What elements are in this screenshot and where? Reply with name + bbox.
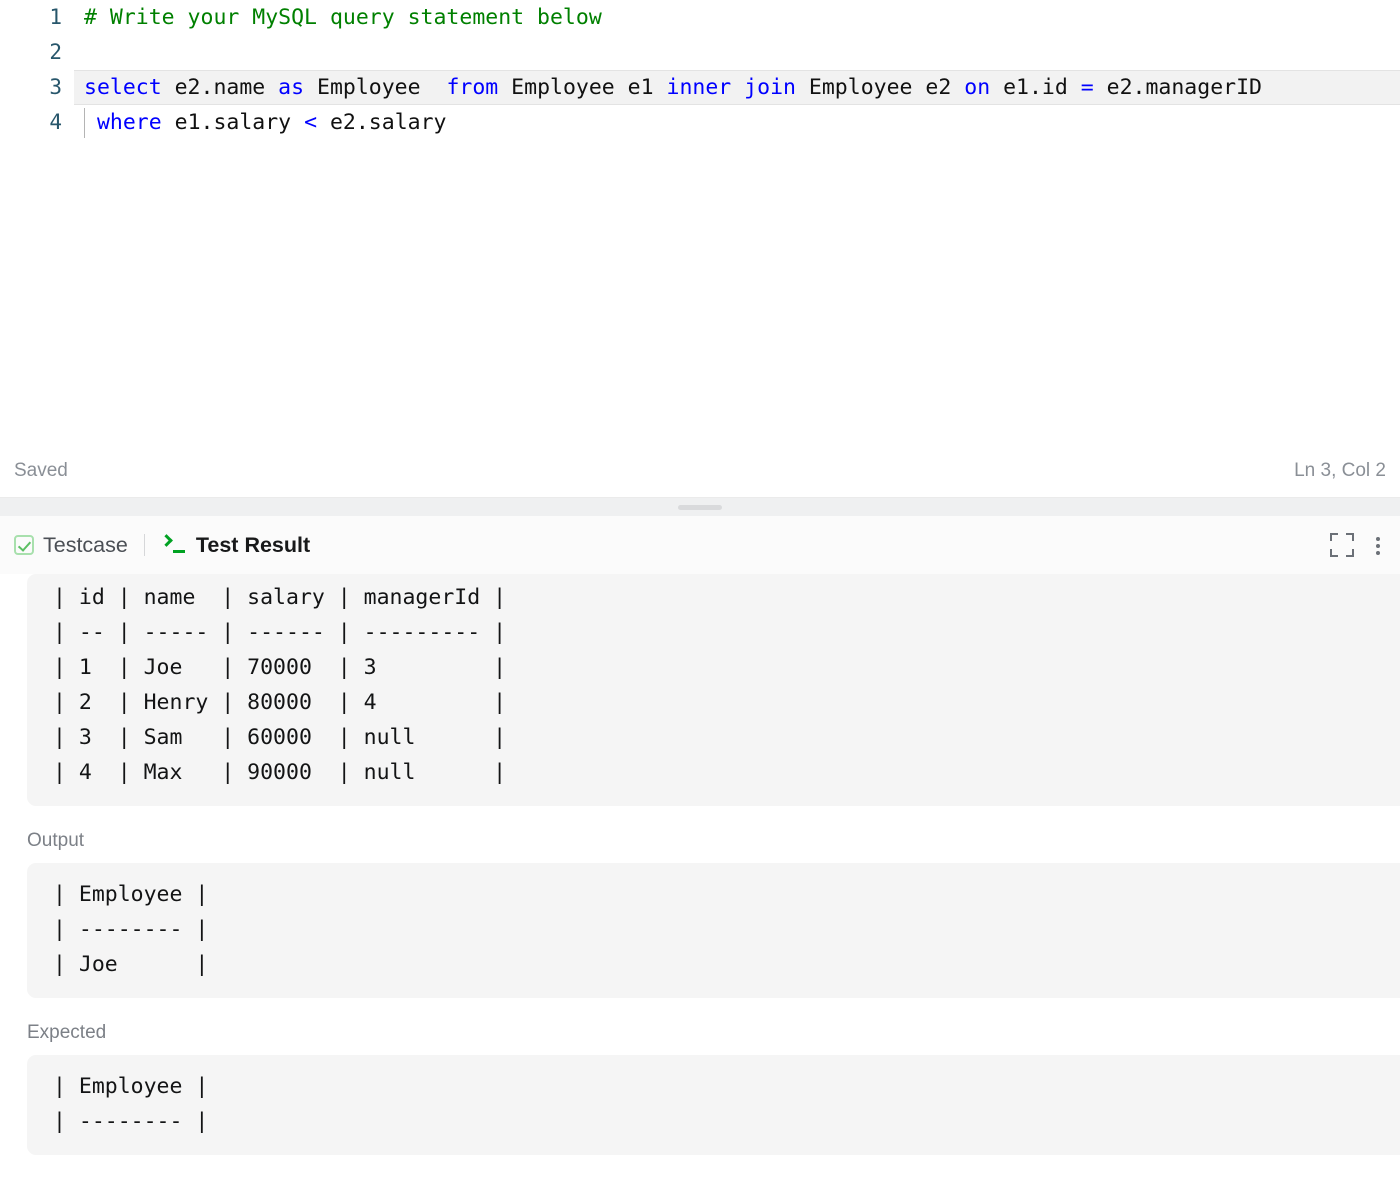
code-line[interactable]: 1 # Write your MySQL query statement bel… xyxy=(0,0,1400,35)
code-token: Employee e2 xyxy=(795,75,965,100)
result-panel-header: Testcase Test Result xyxy=(0,516,1400,574)
output-table: | Employee | | -------- | | Joe | xyxy=(27,863,1400,998)
expected-section-label: Expected xyxy=(27,1022,107,1043)
line-number: 3 xyxy=(49,75,62,99)
result-tab-group: Testcase Test Result xyxy=(14,533,324,558)
code-editor-pane: 1 # Write your MySQL query statement bel… xyxy=(0,0,1400,497)
code-token: inner join xyxy=(666,75,796,100)
result-header-actions xyxy=(1330,533,1382,557)
code-editor[interactable]: 1 # Write your MySQL query statement bel… xyxy=(0,0,1400,444)
code-token: e1.id xyxy=(990,75,1081,100)
output-section-label: Output xyxy=(27,830,85,851)
line-number: 4 xyxy=(49,110,62,134)
code-token: on xyxy=(964,75,991,100)
code-line[interactable]: 2 xyxy=(0,35,1400,70)
terminal-icon xyxy=(159,534,187,556)
code-line[interactable]: 3 select e2.name as Employee from Employ… xyxy=(0,70,1400,105)
code-token: = xyxy=(1080,75,1094,100)
cursor-position-label: Ln 3, Col 2 xyxy=(1294,459,1386,481)
code-token: Employee xyxy=(304,75,447,100)
code-line[interactable]: 4 where e1.salary < e2.salary xyxy=(0,105,1400,140)
code-line-text: select e2.name as Employee from Employee… xyxy=(84,70,1262,105)
tab-testcase-label: Testcase xyxy=(43,532,128,557)
editor-status-bar: Saved Ln 3, Col 2 xyxy=(0,444,1400,497)
line-number: 1 xyxy=(49,5,62,29)
checkbox-icon xyxy=(14,535,34,555)
code-token: Employee e1 xyxy=(498,75,667,100)
code-token: select xyxy=(84,75,162,100)
code-token: e1.salary xyxy=(161,110,305,135)
result-panel-body: | id | name | salary | managerId | | -- … xyxy=(0,574,1400,1155)
expected-table: | Employee | | -------- | xyxy=(27,1055,1400,1155)
tab-testcase[interactable]: Testcase xyxy=(14,533,142,558)
saved-status-label: Saved xyxy=(14,459,68,481)
splitter-drag-handle[interactable] xyxy=(678,504,722,510)
code-line-text: # Write your MySQL query statement below xyxy=(84,0,602,35)
code-token: e2.salary xyxy=(317,110,447,135)
code-token: where xyxy=(96,110,162,135)
panel-splitter[interactable] xyxy=(0,497,1400,516)
testcase-table: | id | name | salary | managerId | | -- … xyxy=(27,574,1400,806)
code-token: as xyxy=(278,75,305,100)
line-number: 2 xyxy=(49,40,62,64)
indent-guide xyxy=(84,108,85,138)
more-options-icon[interactable] xyxy=(1376,533,1382,557)
tab-test-result[interactable]: Test Result xyxy=(159,532,324,558)
tab-divider xyxy=(143,534,145,556)
code-token: # Write your MySQL query statement below xyxy=(84,5,602,30)
code-line-text: where e1.salary < e2.salary xyxy=(84,105,447,140)
code-token: e2.managerID xyxy=(1093,75,1262,100)
code-token: < xyxy=(304,110,318,135)
expand-fullscreen-icon[interactable] xyxy=(1330,533,1354,557)
tab-test-result-label: Test Result xyxy=(195,532,311,557)
test-result-pane: Testcase Test Result | id | name | salar… xyxy=(0,516,1400,1188)
code-token: from xyxy=(446,75,499,100)
code-token: e2.name xyxy=(161,75,279,100)
